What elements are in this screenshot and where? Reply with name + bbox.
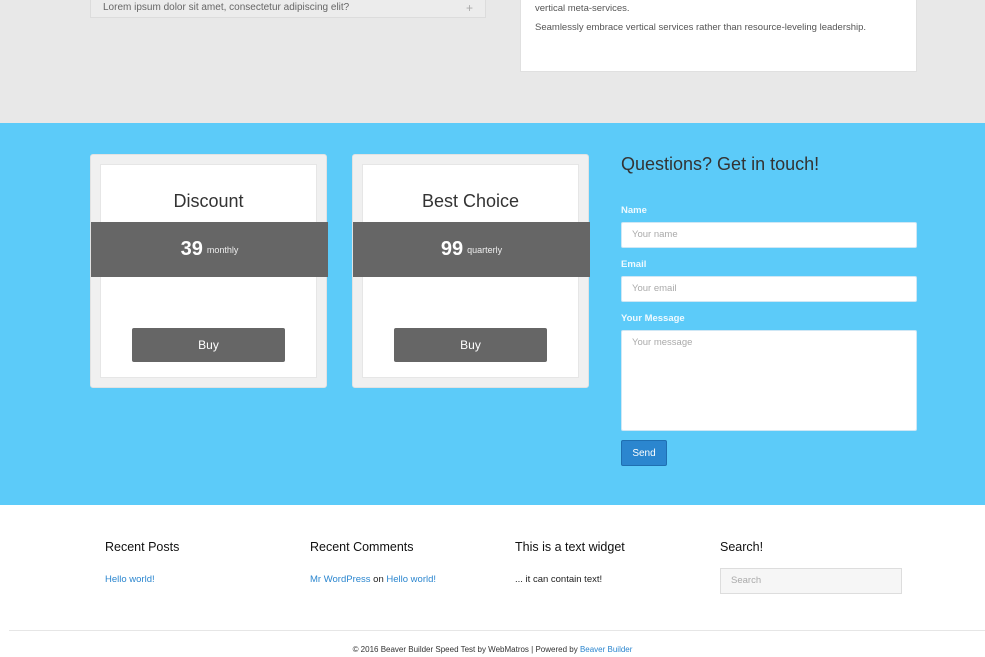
pricing-card-inner: Best Choice 99 quarterly Buy	[353, 164, 590, 378]
price-band: 99 quarterly	[353, 222, 590, 277]
price-period: quarterly	[467, 244, 503, 255]
pricing-card-discount: Discount 39 monthly Buy	[90, 154, 328, 388]
widget-title: Recent Comments	[310, 540, 414, 554]
pricing-card-best-choice: Best Choice 99 quarterly Buy	[352, 154, 590, 388]
comment-on-text: on	[373, 574, 384, 585]
powered-by-link[interactable]: Beaver Builder	[580, 645, 632, 654]
price-period: monthly	[206, 244, 239, 255]
buy-button[interactable]: Buy	[394, 328, 547, 362]
recent-posts-widget: Recent Posts Hello world!	[105, 540, 295, 585]
text-line: vertical meta-services.	[535, 3, 630, 14]
search-input[interactable]: Search	[720, 568, 902, 594]
text-card: vertical meta-services. Seamlessly embra…	[520, 0, 917, 72]
copyright-text: © 2016 Beaver Builder Speed Test by WebM…	[352, 645, 578, 654]
comment-author-link[interactable]: Mr WordPress	[310, 574, 371, 585]
widget-title: This is a text widget	[515, 540, 625, 554]
message-field[interactable]: Your message	[621, 330, 917, 431]
top-section: Lorem ipsum dolor sit amet, consectetur …	[0, 0, 985, 123]
contact-form: Questions? Get in touch! Name Your name …	[621, 154, 917, 466]
price-value: 99	[440, 238, 464, 260]
widget-text: ... it can contain text!	[515, 574, 603, 585]
faq-question[interactable]: Lorem ipsum dolor sit amet, consectetur …	[103, 2, 349, 13]
widget-title: Recent Posts	[105, 540, 180, 554]
pricing-card-inner: Discount 39 monthly Buy	[91, 164, 328, 378]
price-band: 39 monthly	[91, 222, 328, 277]
copyright: © 2016 Beaver Builder Speed Test by WebM…	[0, 645, 985, 654]
name-field[interactable]: Your name	[621, 222, 917, 248]
contact-heading: Questions? Get in touch!	[621, 154, 820, 174]
text-widget: This is a text widget ... it can contain…	[515, 540, 705, 585]
recent-comments-widget: Recent Comments Mr WordPress on Hello wo…	[310, 540, 500, 585]
name-label: Name	[621, 205, 647, 216]
comment-post-link[interactable]: Hello world!	[386, 574, 436, 585]
send-button[interactable]: Send	[621, 440, 667, 466]
widget-title: Search!	[720, 540, 764, 554]
price-value: 39	[180, 238, 203, 260]
search-widget: Search! Search	[720, 540, 910, 594]
text-line: Seamlessly embrace vertical services rat…	[535, 22, 867, 33]
plus-icon[interactable]: +	[466, 0, 473, 16]
email-label: Email	[621, 259, 647, 270]
post-link[interactable]: Hello world!	[105, 574, 155, 585]
faq-item[interactable]: Lorem ipsum dolor sit amet, consectetur …	[90, 0, 486, 18]
pricing-title: Discount	[173, 191, 244, 211]
buy-button[interactable]: Buy	[132, 328, 285, 362]
message-label: Your Message	[621, 313, 685, 324]
email-field[interactable]: Your email	[621, 276, 917, 302]
pricing-contact-section: Discount 39 monthly Buy Best Choice 99 q…	[0, 123, 985, 505]
footer-divider	[9, 630, 985, 631]
pricing-title: Best Choice	[421, 191, 520, 211]
